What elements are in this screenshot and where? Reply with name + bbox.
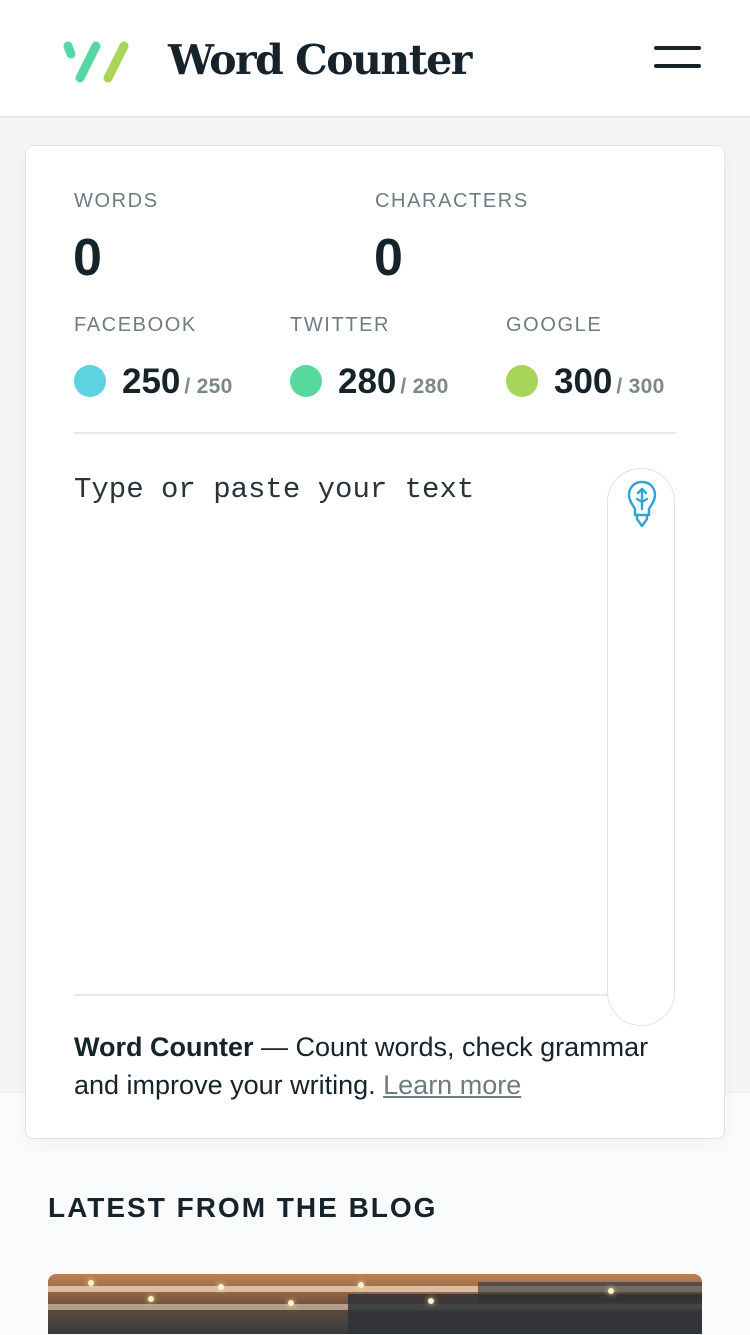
facebook-remaining: 250 — [122, 362, 181, 401]
top-bar: Word Counter — [0, 0, 750, 118]
twitter-label: TWITTER — [290, 314, 391, 336]
brand-title[interactable]: Word Counter — [168, 34, 472, 86]
footer-brand: Word Counter — [74, 1032, 254, 1062]
facebook-limit: 250/ 250 — [74, 360, 274, 404]
facebook-status-dot — [74, 365, 106, 397]
twitter-max: / 280 — [400, 375, 449, 398]
twitter-status-dot — [290, 365, 322, 397]
writing-assistant-panel[interactable] — [607, 468, 675, 1026]
stats-divider — [74, 432, 676, 434]
blog-section-heading: LATEST FROM THE BLOG — [48, 1192, 438, 1223]
facebook-label: FACEBOOK — [74, 314, 197, 336]
lightbulb-pen-icon[interactable] — [624, 479, 660, 529]
blog-post-image[interactable] — [48, 1274, 702, 1334]
google-remaining: 300 — [554, 362, 613, 401]
google-status-dot — [506, 365, 538, 397]
menu-line — [654, 64, 701, 68]
characters-label: CHARACTERS — [375, 190, 529, 212]
learn-more-link[interactable]: Learn more — [383, 1070, 521, 1100]
text-editor[interactable] — [74, 470, 594, 994]
menu-line — [654, 46, 701, 50]
editor-bottom-border — [74, 994, 608, 996]
words-count: 0 — [73, 229, 102, 287]
twitter-remaining: 280 — [338, 362, 397, 401]
words-label: WORDS — [74, 190, 159, 212]
google-label: GOOGLE — [506, 314, 603, 336]
google-limit: 300/ 300 — [506, 360, 706, 404]
hamburger-menu-icon[interactable] — [650, 44, 704, 74]
facebook-max: / 250 — [184, 375, 233, 398]
characters-count: 0 — [374, 229, 403, 287]
google-max: / 300 — [616, 375, 665, 398]
word-counter-logo-icon[interactable] — [60, 38, 132, 86]
twitter-limit: 280/ 280 — [290, 360, 490, 404]
footer-description: Word Counter — Count words, check gramma… — [74, 1028, 674, 1104]
